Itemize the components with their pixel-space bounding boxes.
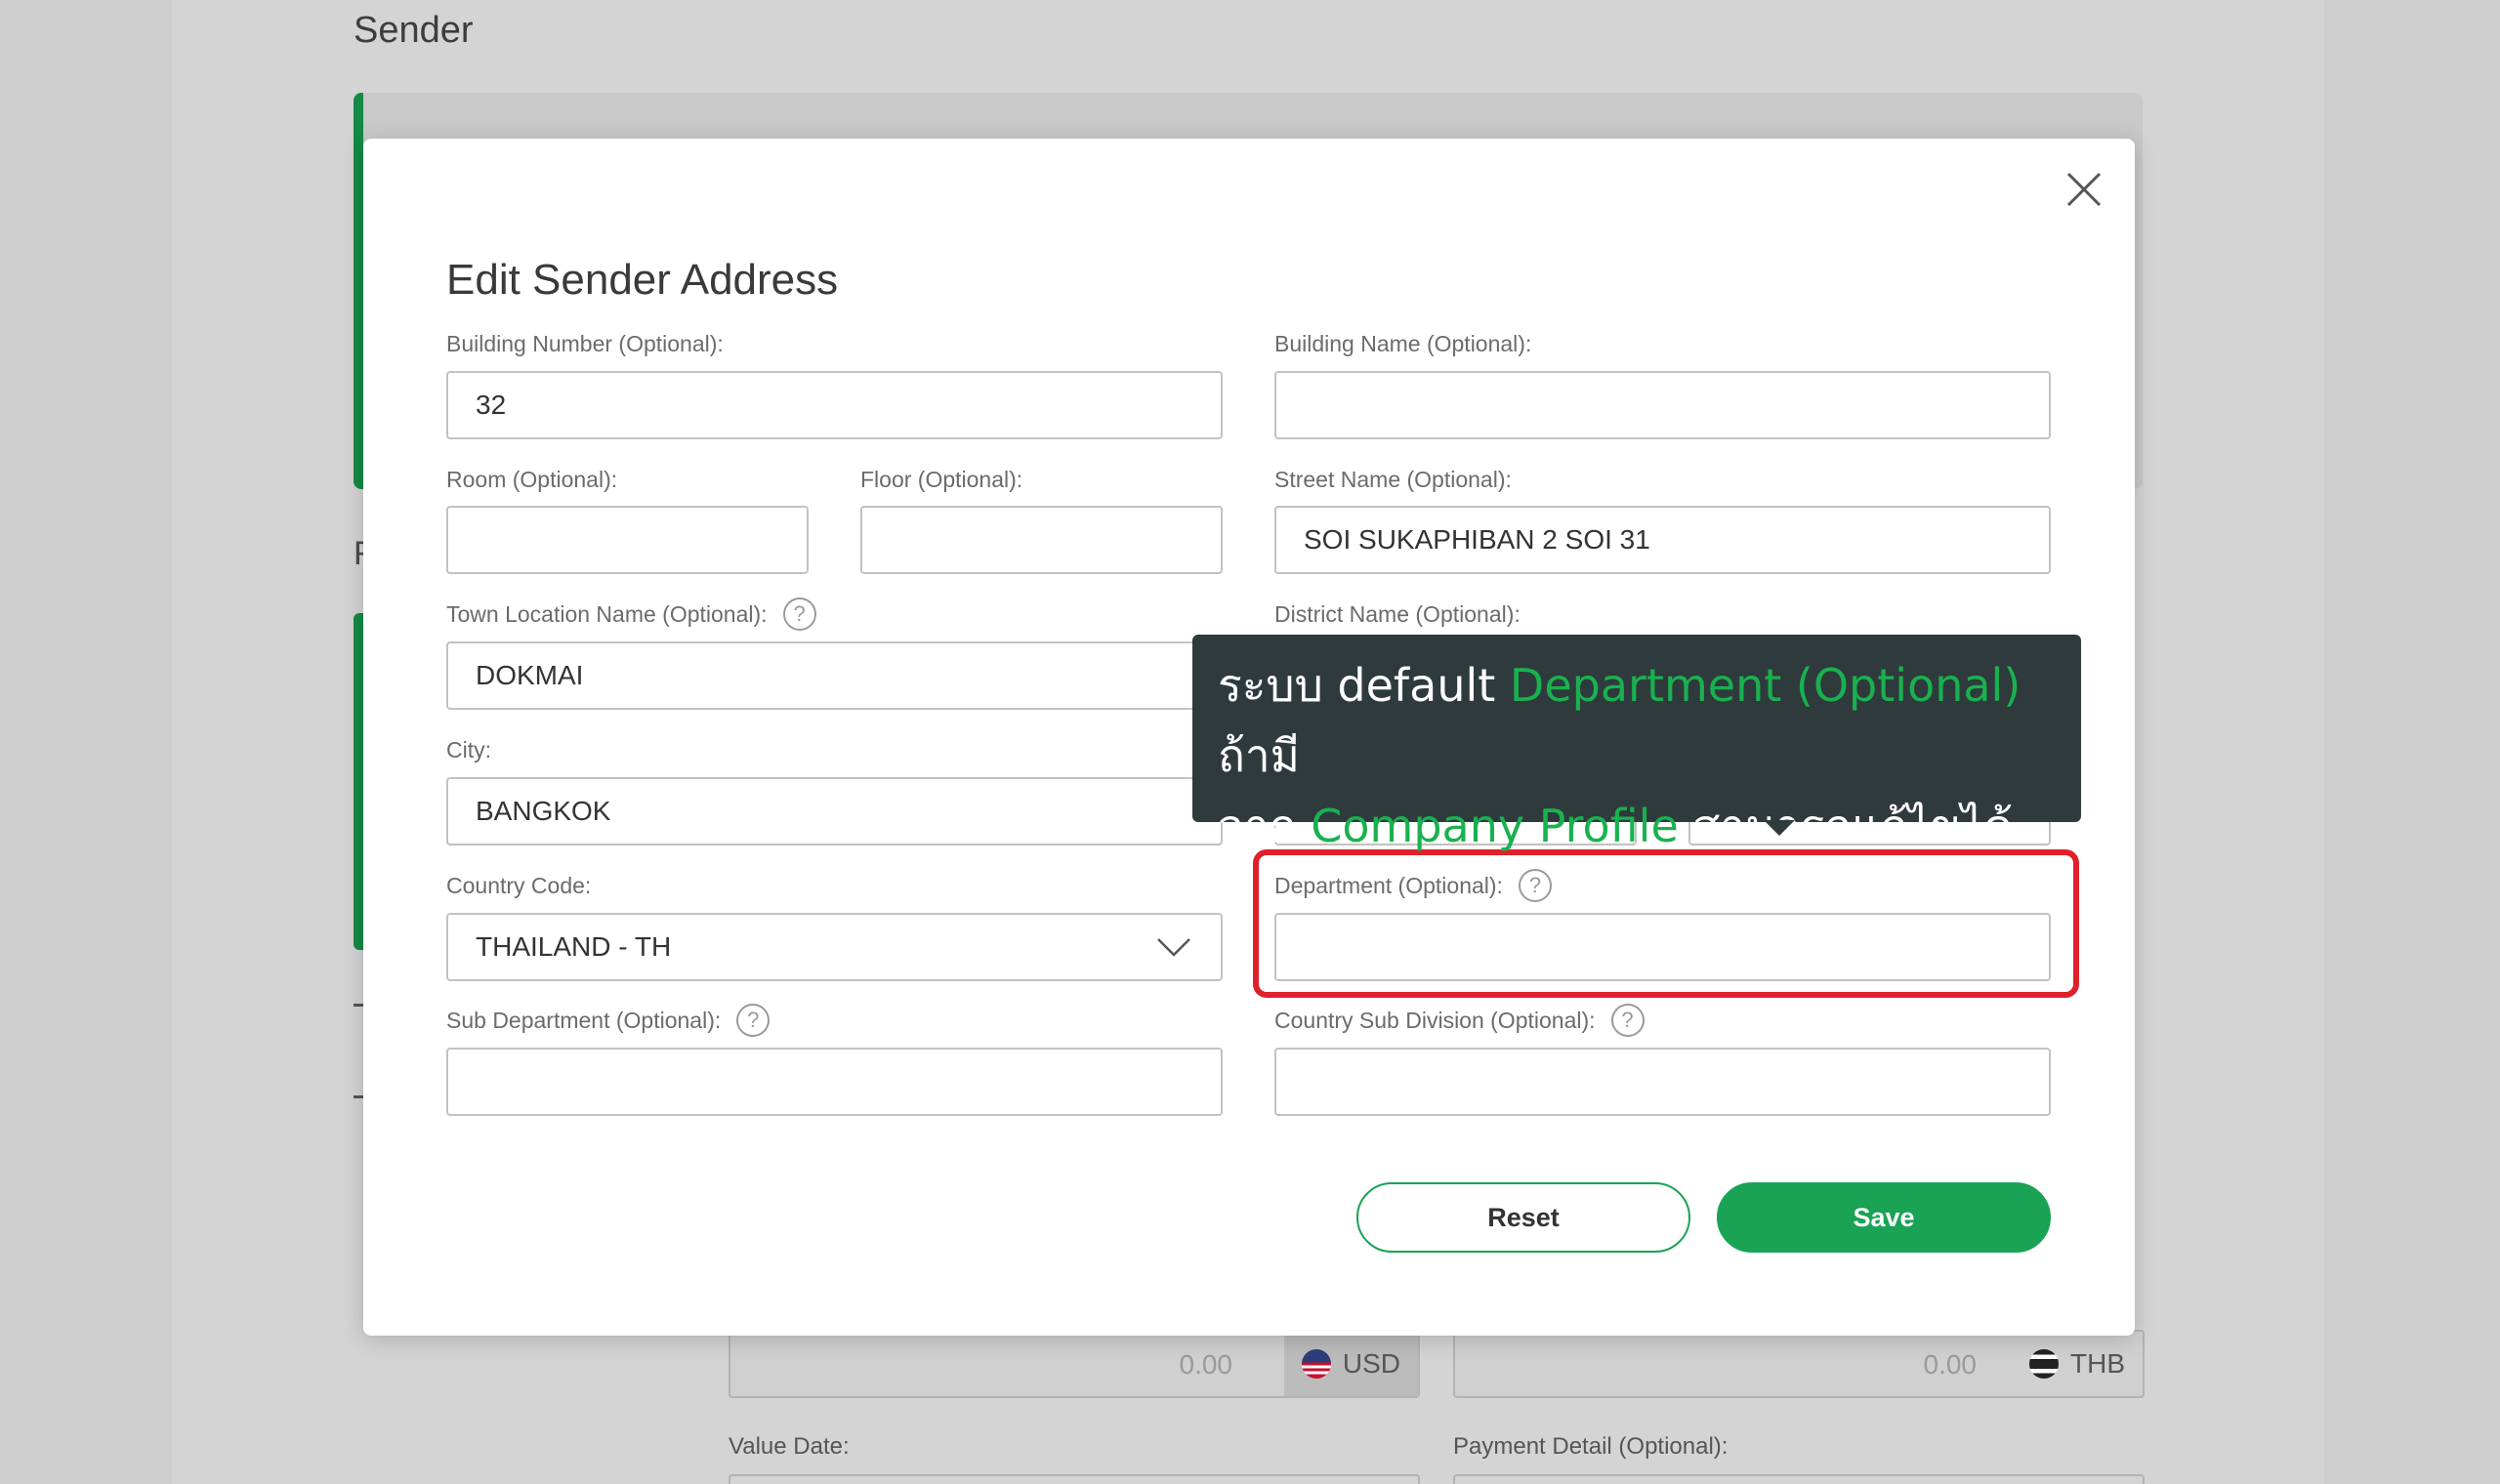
building-number-label-text: Building Number (Optional):	[446, 330, 724, 356]
district-name-label: District Name (Optional):	[1274, 598, 1521, 631]
sub-department-input[interactable]	[446, 1048, 1223, 1116]
building-name-label-text: Building Name (Optional):	[1274, 330, 1532, 356]
city-input[interactable]	[446, 777, 1223, 845]
floor-label: Floor (Optional):	[860, 463, 1022, 496]
amount-usd-field[interactable]: 0.00 USD	[729, 1330, 1420, 1398]
payment-detail-input[interactable]	[1453, 1474, 2145, 1484]
amount-thb-value: 0.00	[1923, 1349, 1978, 1380]
tooltip-text: จาก	[1218, 800, 1312, 852]
amount-usd-value: 0.00	[1179, 1349, 1233, 1380]
country-code-label: Country Code:	[446, 869, 591, 902]
building-name-label: Building Name (Optional):	[1274, 327, 1531, 360]
help-icon[interactable]: ?	[736, 1004, 771, 1037]
town-location-input[interactable]	[446, 641, 1223, 710]
room-label-text: Room (Optional):	[446, 466, 618, 492]
close-icon	[2066, 172, 2102, 207]
city-label-text: City:	[446, 736, 491, 763]
street-name-label: Street Name (Optional):	[1274, 463, 1512, 496]
department-highlight-box	[1253, 849, 2079, 998]
building-number-label: Building Number (Optional):	[446, 327, 724, 360]
currency-usd: USD	[1283, 1332, 1418, 1396]
sender-section-title: Sender	[354, 10, 474, 51]
room-label: Room (Optional):	[446, 463, 617, 496]
tooltip-highlight-text: Company Profile	[1311, 800, 1679, 852]
building-number-input[interactable]	[446, 371, 1223, 439]
country-sub-division-label: Country Sub Division (Optional): ?	[1274, 1004, 1645, 1037]
tooltip-line-1: ระบบ default Department (Optional) ถ้ามี	[1218, 650, 2056, 791]
country-sub-division-label-text: Country Sub Division (Optional):	[1274, 1007, 1596, 1033]
city-label: City:	[446, 733, 491, 766]
currency-thb: THB	[2012, 1332, 2143, 1396]
street-name-label-text: Street Name (Optional):	[1274, 466, 1512, 492]
annotation-tooltip: ระบบ default Department (Optional) ถ้ามี…	[1192, 635, 2081, 852]
help-icon[interactable]: ?	[782, 598, 816, 631]
modal-title: Edit Sender Address	[446, 256, 839, 304]
chevron-down-icon	[1157, 938, 1190, 957]
currency-usd-label: USD	[1342, 1348, 1400, 1379]
tooltip-line-2: จาก Company Profile สามารถแก้ไขได้	[1218, 791, 2056, 861]
reset-button[interactable]: Reset	[1356, 1182, 1690, 1253]
street-name-input[interactable]	[1274, 506, 2051, 574]
town-location-label: Town Location Name (Optional): ?	[446, 598, 816, 631]
tooltip-text: ระบบ default	[1218, 659, 1510, 712]
th-flag-icon	[2029, 1349, 2059, 1379]
save-button[interactable]: Save	[1717, 1182, 2051, 1253]
town-location-label-text: Town Location Name (Optional):	[446, 600, 768, 627]
sub-department-label: Sub Department (Optional): ?	[446, 1004, 771, 1037]
value-date-input[interactable]	[729, 1474, 1420, 1484]
country-sub-division-input[interactable]	[1274, 1048, 2051, 1116]
help-icon[interactable]: ?	[1610, 1004, 1645, 1037]
country-code-value: THAILAND - TH	[476, 931, 672, 962]
tooltip-text: สามารถแก้ไขได้	[1678, 800, 2014, 852]
floor-label-text: Floor (Optional):	[860, 466, 1023, 492]
currency-thb-label: THB	[2070, 1348, 2125, 1379]
floor-input[interactable]	[860, 506, 1223, 574]
room-input[interactable]	[446, 506, 809, 574]
close-button[interactable]	[2062, 168, 2105, 211]
payment-detail-label: Payment Detail (Optional):	[1453, 1433, 1729, 1460]
value-date-label: Value Date:	[729, 1433, 850, 1460]
building-name-input[interactable]	[1274, 371, 2051, 439]
tooltip-text: ถ้ามี	[1218, 729, 1301, 782]
tooltip-highlight-text: Department (Optional)	[1509, 659, 2021, 712]
sub-department-label-text: Sub Department (Optional):	[446, 1007, 722, 1033]
us-flag-icon	[1301, 1349, 1331, 1379]
district-name-label-text: District Name (Optional):	[1274, 600, 1521, 627]
country-code-select[interactable]: THAILAND - TH	[446, 913, 1223, 981]
country-code-label-text: Country Code:	[446, 872, 592, 898]
amount-thb-field[interactable]: 0.00 THB	[1453, 1330, 2145, 1398]
tooltip-arrow	[1764, 820, 1795, 836]
